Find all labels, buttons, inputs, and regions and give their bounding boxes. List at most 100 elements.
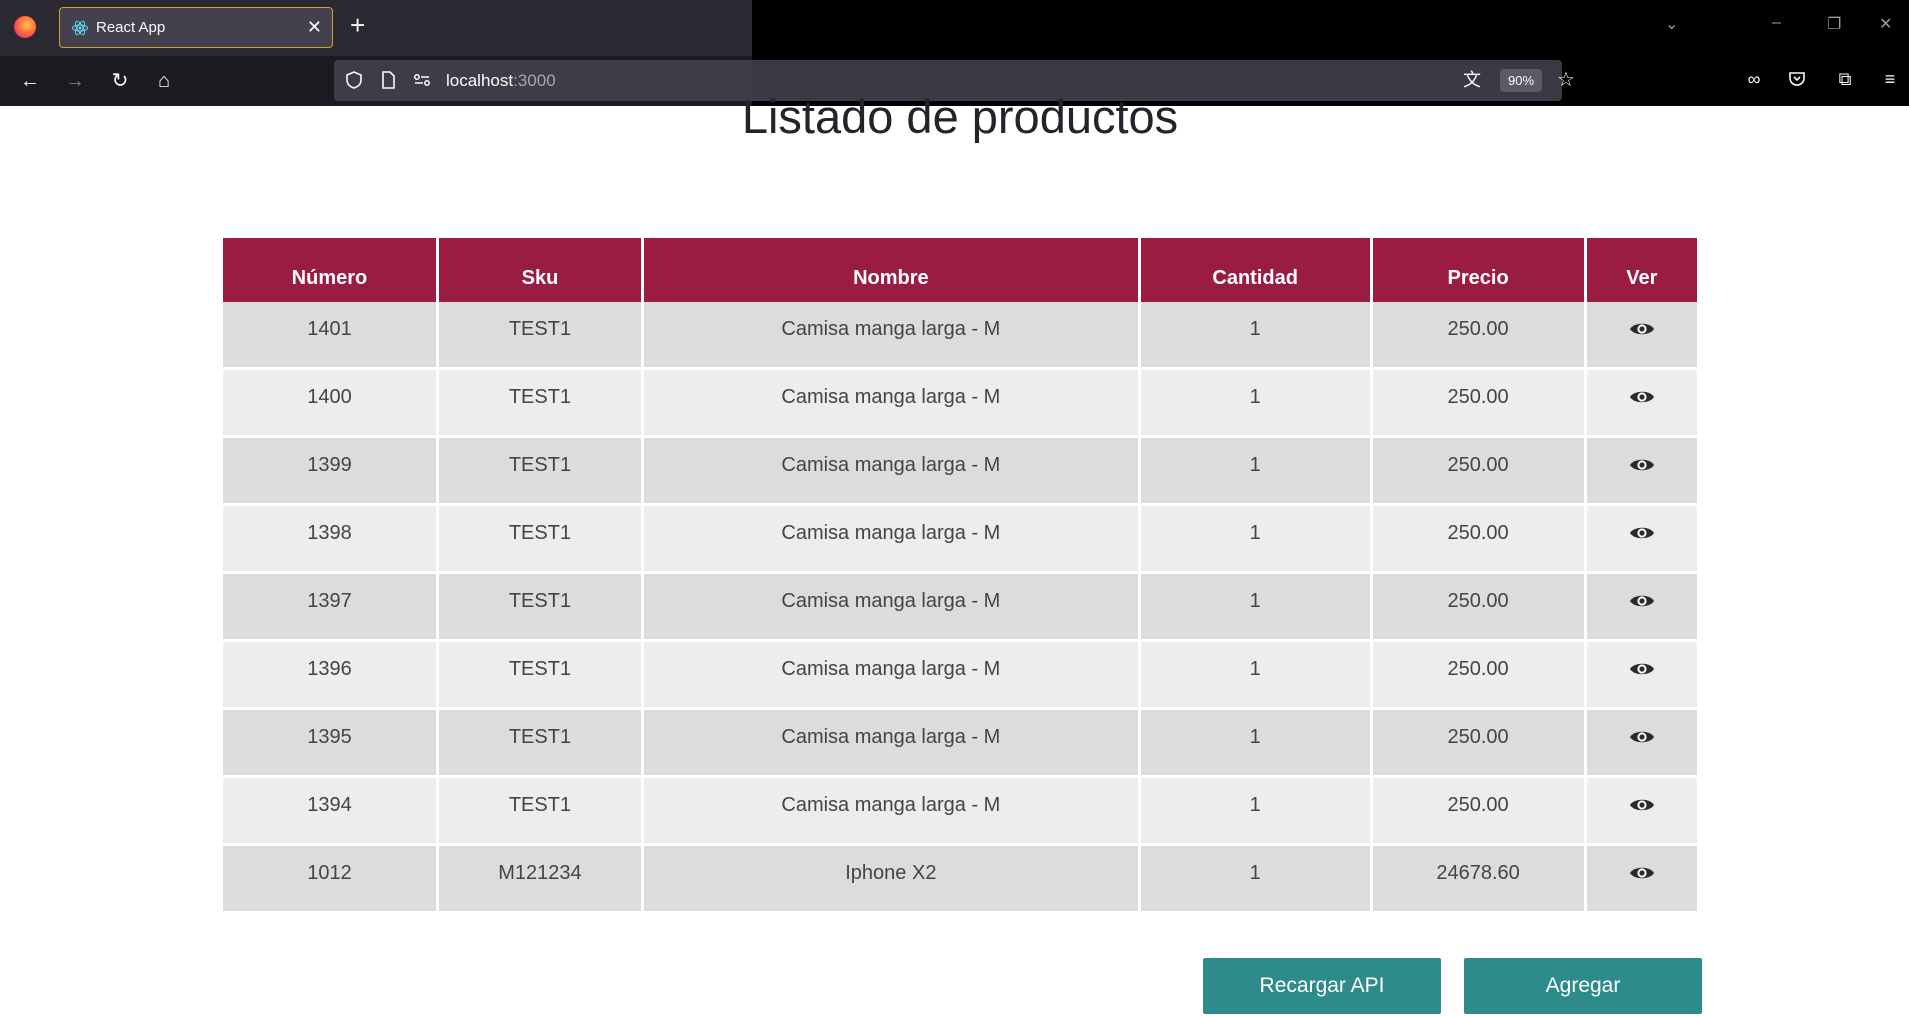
cell-ver	[1586, 642, 1697, 710]
header-numero: Número	[223, 238, 436, 302]
restore-icon[interactable]: ❐	[1827, 14, 1841, 34]
firefox-logo-icon[interactable]	[14, 16, 36, 38]
cell-ver	[1586, 778, 1697, 846]
tab-title: React App	[96, 19, 166, 36]
cell-cantidad: 1	[1140, 370, 1370, 438]
cell-ver	[1586, 506, 1697, 574]
browser-tab[interactable]: React App ✕	[59, 7, 333, 48]
bookmark-star-icon[interactable]: ☆	[1556, 70, 1576, 90]
cell-ver	[1586, 710, 1697, 778]
table-header-row: Número Sku Nombre Cantidad Precio Ver	[223, 238, 1697, 302]
cell-nombre: Camisa manga larga - M	[644, 710, 1138, 778]
cell-numero: 1012	[223, 846, 436, 914]
header-sku: Sku	[438, 238, 641, 302]
cell-nombre: Camisa manga larga - M	[644, 506, 1138, 574]
eye-icon[interactable]	[1629, 320, 1655, 338]
new-tab-button[interactable]: +	[350, 12, 365, 38]
table-row: 1396 TEST1 Camisa manga larga - M 1 250.00	[223, 642, 1697, 710]
minimize-icon[interactable]: –	[1772, 14, 1781, 32]
table-row: 1397 TEST1 Camisa manga larga - M 1 250.00	[223, 574, 1697, 642]
cell-sku: TEST1	[438, 438, 641, 506]
cell-ver	[1586, 438, 1697, 506]
cell-precio: 250.00	[1372, 302, 1584, 370]
cell-cantidad: 1	[1140, 506, 1370, 574]
cell-sku: TEST1	[438, 642, 641, 710]
cell-cantidad: 1	[1140, 710, 1370, 778]
table-row: 1012 M121234 Iphone X2 1 24678.60	[223, 846, 1697, 914]
cell-nombre: Camisa manga larga - M	[644, 574, 1138, 642]
cell-precio: 250.00	[1372, 710, 1584, 778]
cell-sku: M121234	[438, 846, 641, 914]
header-cantidad: Cantidad	[1140, 238, 1370, 302]
tab-strip: React App ✕ +	[0, 0, 752, 56]
table-row: 1400 TEST1 Camisa manga larga - M 1 250.00	[223, 370, 1697, 438]
cell-sku: TEST1	[438, 778, 641, 846]
cell-cantidad: 1	[1140, 778, 1370, 846]
eye-icon[interactable]	[1629, 864, 1655, 882]
cell-cantidad: 1	[1140, 438, 1370, 506]
close-window-icon[interactable]: ✕	[1879, 14, 1892, 34]
cell-sku: TEST1	[438, 574, 641, 642]
add-button[interactable]: Agregar	[1464, 958, 1702, 1014]
eye-icon[interactable]	[1629, 728, 1655, 746]
cell-nombre: Camisa manga larga - M	[644, 438, 1138, 506]
cell-cantidad: 1	[1140, 642, 1370, 710]
cell-precio: 24678.60	[1372, 846, 1584, 914]
cell-sku: TEST1	[438, 506, 641, 574]
eye-icon[interactable]	[1629, 660, 1655, 678]
cell-precio: 250.00	[1372, 642, 1584, 710]
eye-icon[interactable]	[1629, 456, 1655, 474]
header-ver: Ver	[1586, 238, 1697, 302]
tab-list-chevron-icon[interactable]: ⌄	[1665, 14, 1678, 34]
shield-icon[interactable]	[344, 70, 364, 90]
react-favicon-icon	[72, 20, 88, 36]
table-row: 1398 TEST1 Camisa manga larga - M 1 250.00	[223, 506, 1697, 574]
cell-sku: TEST1	[438, 710, 641, 778]
cell-nombre: Camisa manga larga - M	[644, 642, 1138, 710]
permissions-icon[interactable]	[412, 70, 432, 90]
products-table: Número Sku Nombre Cantidad Precio Ver 14…	[220, 238, 1700, 914]
cell-ver	[1586, 370, 1697, 438]
cell-numero: 1401	[223, 302, 436, 370]
cell-cantidad: 1	[1140, 846, 1370, 914]
cell-precio: 250.00	[1372, 574, 1584, 642]
cell-numero: 1395	[223, 710, 436, 778]
cell-cantidad: 1	[1140, 302, 1370, 370]
cell-cantidad: 1	[1140, 574, 1370, 642]
page-title: Listado de productos	[741, 90, 1179, 143]
cell-numero: 1394	[223, 778, 436, 846]
table-row: 1401 TEST1 Camisa manga larga - M 1 250.00	[223, 302, 1697, 370]
eye-icon[interactable]	[1629, 796, 1655, 814]
eye-icon[interactable]	[1629, 388, 1655, 406]
cell-numero: 1398	[223, 506, 436, 574]
cell-precio: 250.00	[1372, 778, 1584, 846]
translate-icon[interactable]: 文	[1462, 70, 1482, 90]
cell-precio: 250.00	[1372, 370, 1584, 438]
pocket-icon[interactable]	[1787, 69, 1807, 89]
cell-sku: TEST1	[438, 370, 641, 438]
cell-numero: 1399	[223, 438, 436, 506]
eye-icon[interactable]	[1629, 524, 1655, 542]
cell-nombre: Iphone X2	[644, 846, 1138, 914]
cell-numero: 1397	[223, 574, 436, 642]
cell-sku: TEST1	[438, 302, 641, 370]
cell-precio: 250.00	[1372, 438, 1584, 506]
cell-precio: 250.00	[1372, 506, 1584, 574]
cell-ver	[1586, 574, 1697, 642]
tab-close-icon[interactable]: ✕	[307, 17, 322, 38]
page-icon[interactable]	[378, 70, 398, 90]
cell-ver	[1586, 302, 1697, 370]
cell-nombre: Camisa manga larga - M	[644, 302, 1138, 370]
table-row: 1394 TEST1 Camisa manga larga - M 1 250.00	[223, 778, 1697, 846]
cell-nombre: Camisa manga larga - M	[644, 778, 1138, 846]
cell-numero: 1400	[223, 370, 436, 438]
header-nombre: Nombre	[644, 238, 1138, 302]
header-precio: Precio	[1372, 238, 1584, 302]
table-row: 1399 TEST1 Camisa manga larga - M 1 250.00	[223, 438, 1697, 506]
table-row: 1395 TEST1 Camisa manga larga - M 1 250.00	[223, 710, 1697, 778]
reload-api-button[interactable]: Recargar API	[1203, 958, 1441, 1014]
cell-nombre: Camisa manga larga - M	[644, 370, 1138, 438]
cell-numero: 1396	[223, 642, 436, 710]
cell-ver	[1586, 846, 1697, 914]
eye-icon[interactable]	[1629, 592, 1655, 610]
